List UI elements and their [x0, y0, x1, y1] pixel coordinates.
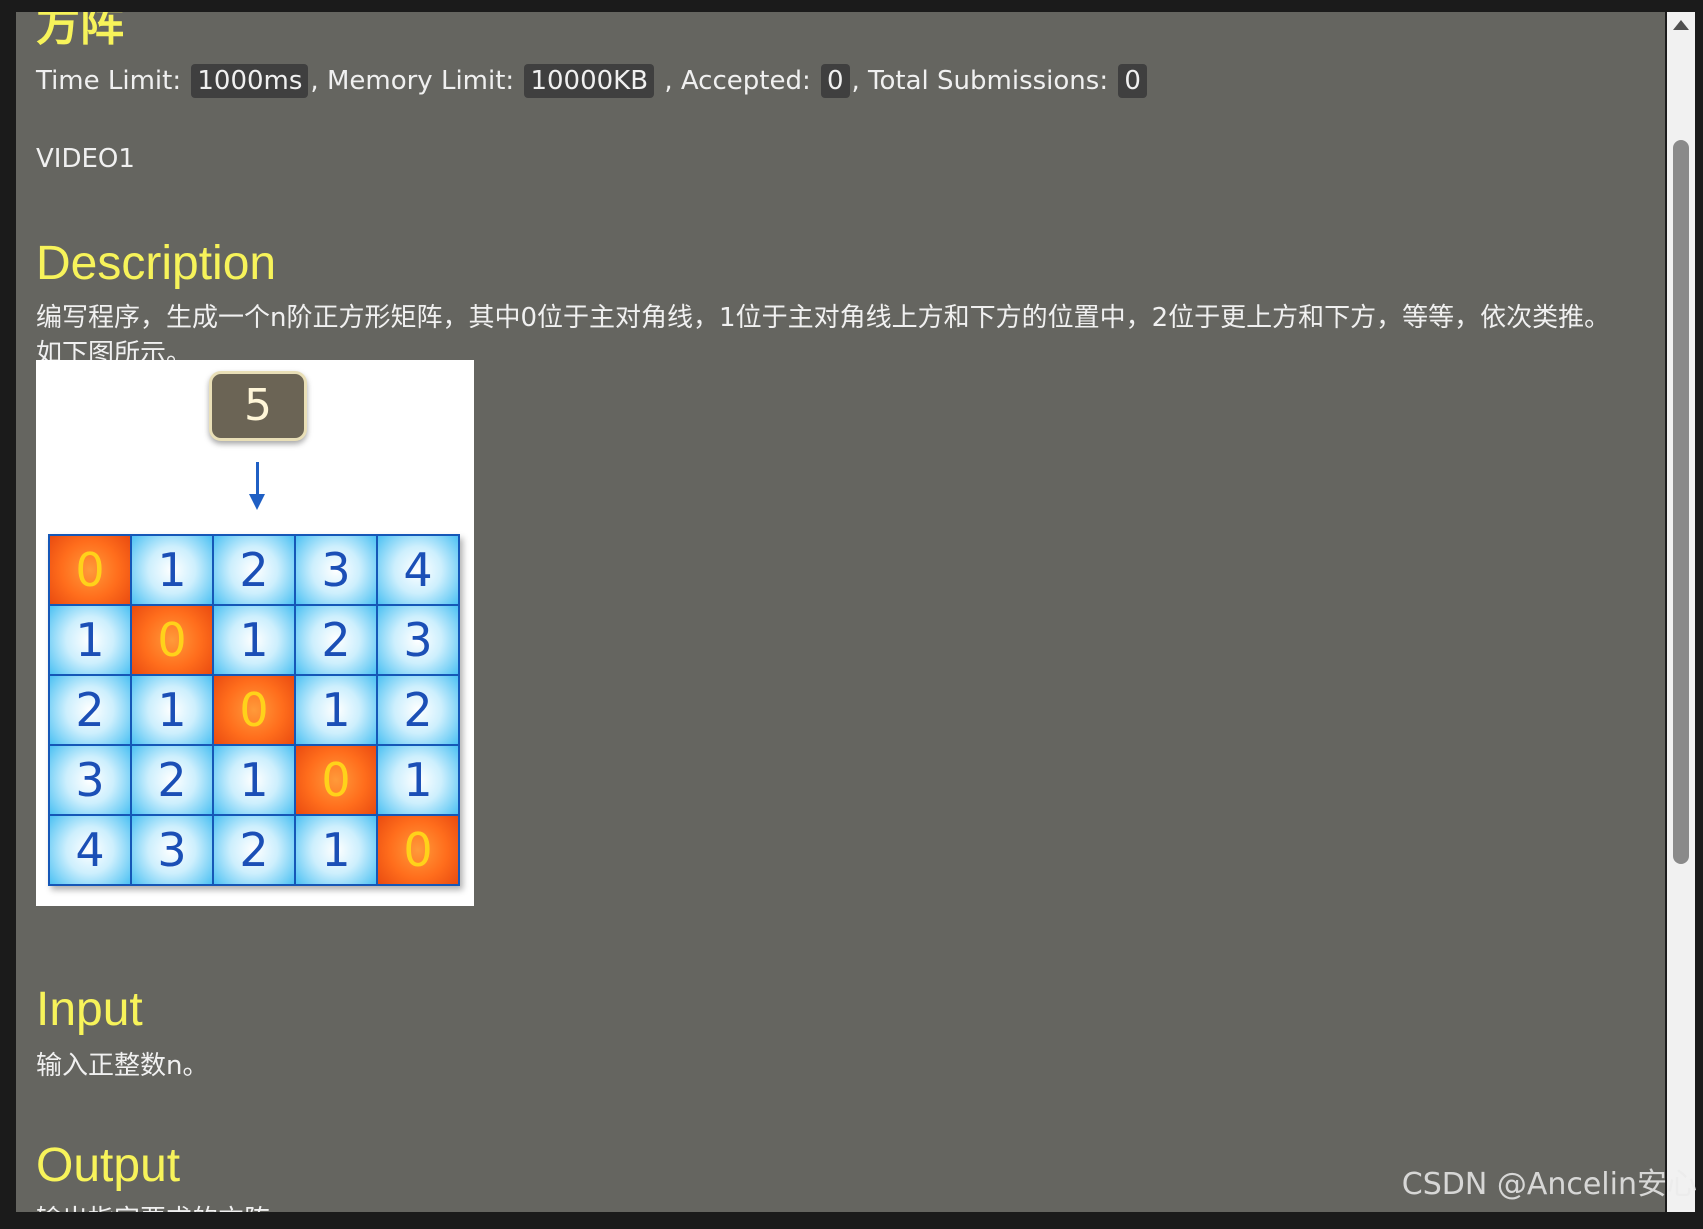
- output-heading: Output: [36, 1139, 181, 1192]
- input-number-box: 5: [209, 371, 307, 441]
- matrix-cell-diagonal: 0: [294, 744, 378, 816]
- matrix-cell: 1: [130, 674, 214, 746]
- vertical-scrollbar[interactable]: [1667, 12, 1695, 1212]
- matrix-figure: 5 0123410123210123210143210: [36, 360, 474, 906]
- matrix-cell: 1: [294, 814, 378, 886]
- matrix-row: 01234: [48, 534, 460, 606]
- matrix-cell: 2: [130, 744, 214, 816]
- matrix-cell: 1: [376, 744, 460, 816]
- matrix-cell-diagonal: 0: [48, 534, 132, 606]
- matrix-row: 43210: [48, 814, 460, 886]
- output-text: 输出指定要求的方阵: [36, 1202, 1636, 1212]
- matrix-cell: 2: [376, 674, 460, 746]
- csdn-watermark: CSDN @Ancelin安心: [1401, 1167, 1697, 1202]
- video-link[interactable]: VIDEO1: [36, 144, 135, 174]
- scrollbar-thumb[interactable]: [1673, 140, 1689, 864]
- accepted-label: , Accepted:: [664, 66, 811, 96]
- time-limit-label: Time Limit:: [36, 66, 182, 96]
- matrix-cell: 4: [48, 814, 132, 886]
- matrix-cell-diagonal: 0: [212, 674, 296, 746]
- problem-page: 方阵 Time Limit: 1000ms, Memory Limit: 100…: [16, 12, 1665, 1212]
- matrix-cell: 3: [48, 744, 132, 816]
- scroll-up-arrow-icon[interactable]: [1673, 20, 1689, 30]
- description-heading: Description: [36, 237, 277, 290]
- matrix-cell: 1: [212, 744, 296, 816]
- memory-limit-value: 10000KB: [524, 64, 655, 98]
- matrix-cell: 1: [294, 674, 378, 746]
- input-heading: Input: [36, 983, 143, 1036]
- input-text: 输入正整数n。: [36, 1051, 209, 1081]
- memory-limit-label: , Memory Limit:: [310, 66, 515, 96]
- problem-title: 方阵: [36, 12, 124, 51]
- matrix-cell: 1: [48, 604, 132, 676]
- matrix-cell: 1: [130, 534, 214, 606]
- matrix-row: 21012: [48, 674, 460, 746]
- matrix-cell: 4: [376, 534, 460, 606]
- matrix-row: 10123: [48, 604, 460, 676]
- matrix-cell-diagonal: 0: [376, 814, 460, 886]
- matrix-cell: 2: [212, 814, 296, 886]
- matrix-row: 32101: [48, 744, 460, 816]
- total-submissions-value: 0: [1118, 64, 1147, 98]
- matrix-cell: 2: [48, 674, 132, 746]
- matrix-cell: 3: [294, 534, 378, 606]
- arrow-head-icon: [249, 494, 265, 510]
- total-submissions-label: , Total Submissions:: [851, 66, 1109, 96]
- matrix-cell: 2: [212, 534, 296, 606]
- matrix-cell: 2: [294, 604, 378, 676]
- matrix-cell: 3: [376, 604, 460, 676]
- matrix-table: 0123410123210123210143210: [48, 534, 460, 886]
- problem-limits: Time Limit: 1000ms, Memory Limit: 10000K…: [36, 64, 1149, 98]
- matrix-cell-diagonal: 0: [130, 604, 214, 676]
- matrix-cell: 1: [212, 604, 296, 676]
- matrix-cell: 3: [130, 814, 214, 886]
- time-limit-value: 1000ms: [191, 64, 309, 98]
- accepted-value: 0: [820, 64, 850, 98]
